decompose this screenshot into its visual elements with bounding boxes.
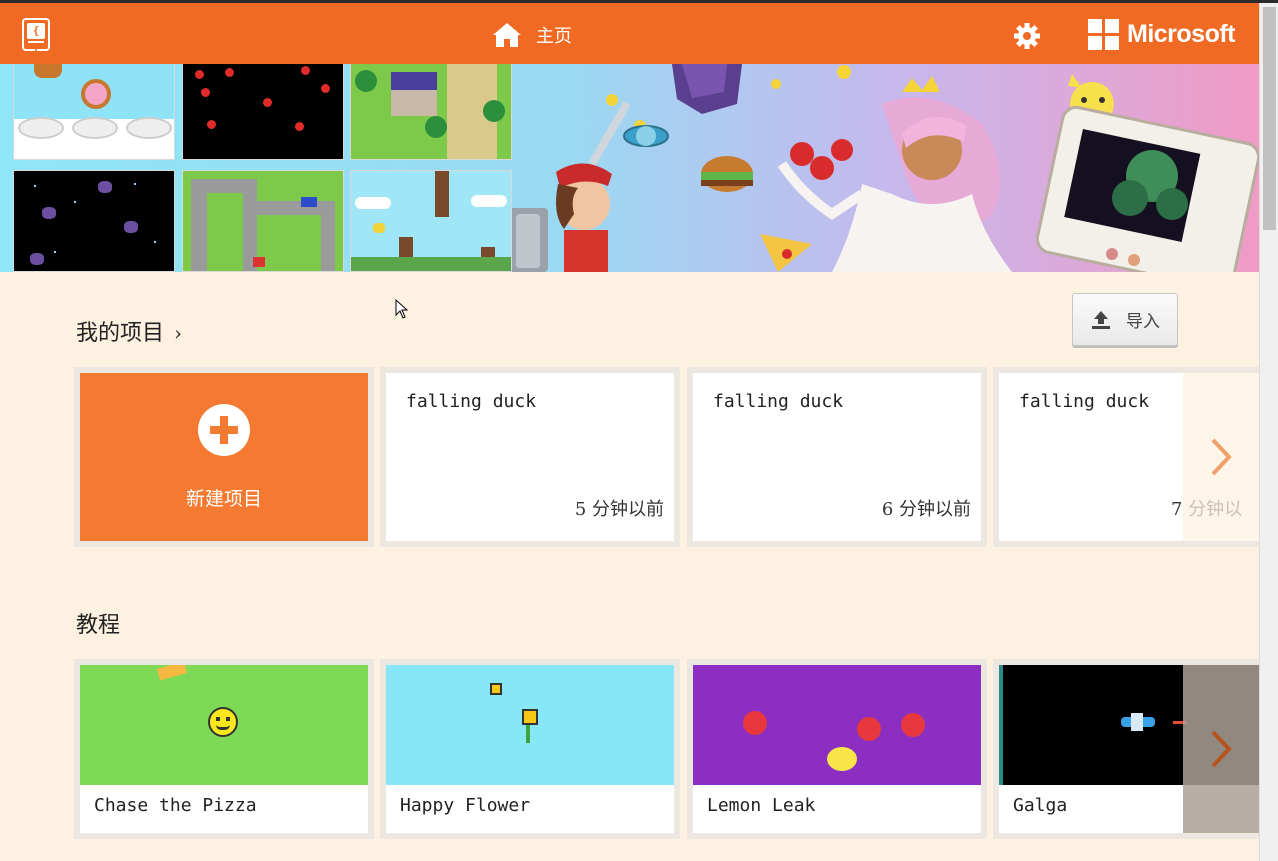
home-label: 主页 — [536, 26, 572, 47]
top-bar: { } 主页 Microsoft — [0, 3, 1259, 64]
hero-tile-flappy — [350, 170, 512, 272]
upload-icon — [1092, 310, 1110, 329]
tutorial-thumbnail — [693, 665, 981, 785]
project-title: falling duck — [1019, 391, 1150, 412]
project-time: 5 分钟以前 — [574, 499, 664, 520]
tutorial-title: Chase the Pizza — [94, 795, 257, 816]
hero-tile-diner — [13, 64, 175, 160]
projects-heading[interactable]: 我的项目 › — [76, 315, 182, 347]
tutorial-thumbnail — [80, 665, 368, 785]
project-title: falling duck — [406, 391, 537, 412]
tutorials-title: 教程 — [76, 613, 121, 638]
tutorial-title: Happy Flower — [400, 795, 531, 816]
brand-label: Microsoft — [1127, 20, 1236, 48]
hero-illustration — [512, 64, 1259, 272]
gear-icon[interactable] — [1013, 22, 1041, 50]
new-project-label: 新建项目 — [185, 487, 262, 510]
tutorial-title: Galga — [1013, 795, 1068, 816]
logo-text: { } — [27, 23, 45, 53]
chevron-right-icon: › — [174, 321, 183, 345]
chevron-right-icon — [1211, 438, 1232, 476]
import-label: 导入 — [1126, 312, 1160, 332]
vertical-scrollbar[interactable] — [1259, 3, 1278, 861]
projects-next-button[interactable] — [1183, 373, 1259, 541]
chevron-right-icon — [1211, 730, 1232, 768]
scrollbar-thumb[interactable] — [1263, 7, 1276, 230]
plus-icon — [198, 403, 250, 456]
hero-banner — [0, 64, 1259, 272]
microsoft-link[interactable]: Microsoft — [1088, 19, 1236, 50]
hero-tile-race — [182, 170, 344, 272]
project-title: falling duck — [713, 391, 844, 412]
projects-title: 我的项目 — [76, 321, 165, 346]
tutorial-card[interactable]: Happy Flower — [380, 659, 680, 839]
project-card[interactable]: falling duck 5 分钟以前 — [380, 367, 680, 547]
hero-tile-space — [13, 170, 175, 272]
tutorials-heading: 教程 — [76, 607, 120, 639]
mouse-cursor-icon — [395, 299, 409, 319]
import-button[interactable]: 导入 — [1072, 293, 1178, 346]
tutorial-thumbnail — [386, 665, 674, 785]
new-project-card[interactable]: 新建项目 — [74, 367, 374, 547]
tutorial-title: Lemon Leak — [707, 795, 816, 816]
hero-tile-village — [350, 64, 512, 160]
tutorial-card[interactable]: Chase the Pizza — [74, 659, 374, 839]
hero-tile-cherries — [182, 64, 344, 160]
logo-icon[interactable]: { } — [22, 18, 50, 53]
home-icon — [493, 23, 521, 47]
tutorial-card[interactable]: Lemon Leak — [687, 659, 987, 839]
home-button[interactable]: 主页 — [492, 22, 572, 48]
microsoft-logo-icon — [1088, 19, 1119, 50]
project-time: 6 分钟以前 — [881, 499, 971, 520]
project-card[interactable]: falling duck 6 分钟以前 — [687, 367, 987, 547]
tutorials-next-button[interactable] — [1183, 665, 1259, 833]
